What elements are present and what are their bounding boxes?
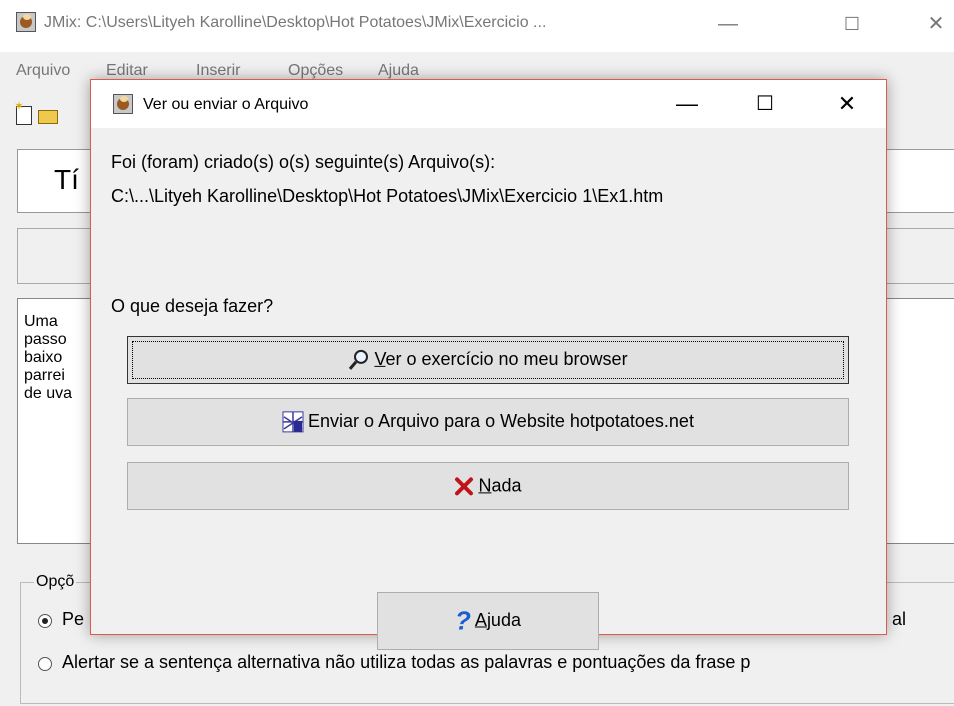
jmix-app-icon [16,12,36,32]
exercise-title-text: Tí [54,164,79,195]
sentence-text: Uma passo baixo parrei de uva [24,313,73,402]
dialog-minimize-button[interactable]: — [667,86,707,122]
main-minimize-button[interactable]: — [708,8,748,40]
red-x-icon [455,477,474,496]
view-button-accel: V [374,348,386,369]
open-folder-icon[interactable] [38,110,58,124]
menu-opcoes[interactable]: Opções [288,62,343,80]
nothing-button[interactable]: Nada [127,462,849,510]
scroll-down-arrow-icon-3[interactable]: v [950,515,954,531]
question-mark-icon: ? [455,605,471,636]
main-window-title: JMix: C:\Users\Lityeh Karolline\Desktop\… [44,14,547,31]
option2-text: Alertar se a sentença alternativa não ut… [62,652,751,672]
help-button-accel: A [474,609,487,630]
menu-arquivo[interactable]: Arquivo [16,62,70,80]
view-button-label: er o exercício no meu browser [385,348,628,369]
scroll-down-arrow-icon-2[interactable]: v [950,429,954,445]
main-maximize-button[interactable]: ☐ [832,8,872,40]
scroll-up-arrow-icon[interactable]: ^ [950,311,954,327]
view-in-browser-button[interactable]: Ver o exercício no meu browser [127,336,849,384]
sparkle-icon: ✶ [14,99,25,113]
created-file-path: C:\...\Lityeh Karolline\Desktop\Hot Pota… [111,186,664,206]
question-label: O que deseja fazer? [111,296,274,316]
upload-web-icon [282,411,304,433]
help-button-label: juda [486,609,521,630]
option2-radio[interactable] [38,657,52,671]
dialog-titlebar: Ver ou enviar o Arquivo — ☐ ✕ [91,80,886,128]
option1-radio[interactable] [38,614,52,628]
option1-text-end: al [892,609,907,629]
dialog-maximize-button[interactable]: ☐ [745,86,785,122]
upload-website-button[interactable]: Enviar o Arquivo para o Website hotpotat… [127,398,849,446]
main-close-button[interactable]: ✕ [918,8,954,40]
dialog-title: Ver ou enviar o Arquivo [143,96,309,113]
help-button[interactable]: ? Ajuda [377,592,599,650]
main-titlebar: JMix: C:\Users\Lityeh Karolline\Desktop\… [0,0,954,52]
scroll-down-arrow-icon[interactable]: v [950,343,954,359]
view-send-dialog: Ver ou enviar o Arquivo — ☐ ✕ Foi (foram… [90,79,887,650]
created-files-label: Foi (foram) criado(s) o(s) seguinte(s) A… [111,152,496,172]
menu-editar[interactable]: Editar [106,62,148,80]
dialog-app-icon [113,94,133,114]
menu-ajuda[interactable]: Ajuda [378,62,419,80]
option1-text-start: Pe [62,609,85,629]
dialog-close-button[interactable]: ✕ [827,86,867,122]
menu-inserir[interactable]: Inserir [196,62,240,80]
magnifier-icon [349,350,369,371]
scroll-up-arrow-icon-3[interactable]: ^ [950,483,954,499]
nothing-button-label: ada [491,475,522,496]
scroll-up-arrow-icon-2[interactable]: ^ [950,401,954,417]
upload-button-label: Enviar o Arquivo para o Website hotpotat… [308,410,694,431]
options-group-label: Opçõ [34,573,77,591]
nothing-button-accel: N [478,475,492,496]
